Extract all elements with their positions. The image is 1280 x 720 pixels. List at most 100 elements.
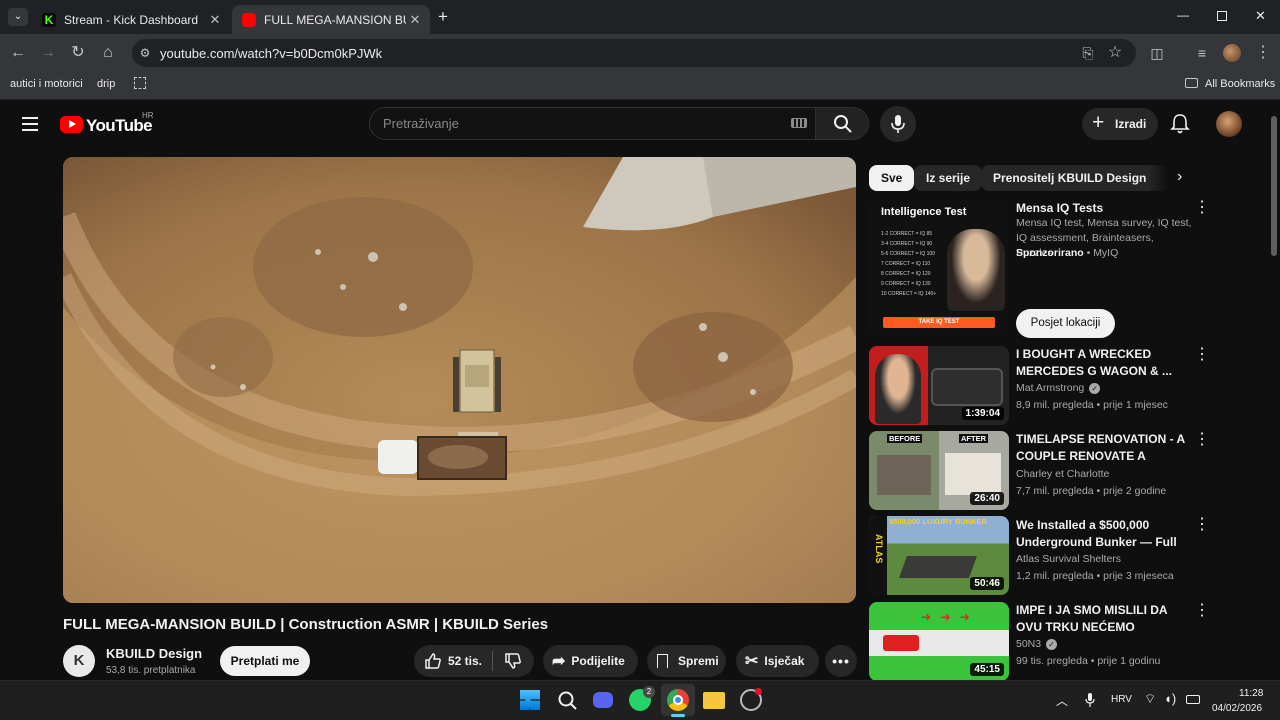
chip-from-uploader[interactable]: Prenositelj KBUILD Design — [981, 165, 1159, 191]
related-title[interactable]: IMPE I JA SMO MISLILI DA OVU TRKU NEĆEMO… — [1016, 602, 1186, 636]
chevron-right-icon: › — [1177, 168, 1183, 185]
reload-icon[interactable]: ↻ — [68, 43, 88, 63]
more-options-icon[interactable]: ⋮ — [1194, 432, 1210, 448]
subscribe-button[interactable]: Pretplati me — [220, 646, 310, 676]
tab-search-button[interactable]: ⌄ — [8, 8, 28, 26]
youtube-logo[interactable]: YouTube HR — [60, 111, 160, 137]
chrome-icon[interactable] — [667, 689, 689, 711]
wifi-icon[interactable]: ⌔ — [1144, 691, 1156, 707]
profile-avatar[interactable] — [1223, 44, 1241, 62]
app-notification-dot — [755, 688, 762, 695]
close-tab-icon[interactable]: ✕ — [206, 12, 224, 28]
save-button[interactable]: Spremi — [647, 645, 726, 677]
ad-more-icon[interactable]: ⋮ — [1194, 200, 1210, 216]
battery-icon[interactable] — [1186, 695, 1200, 704]
open-in-app-icon[interactable]: ⎘ — [1078, 43, 1098, 63]
notifications-bell-icon[interactable] — [1170, 113, 1190, 135]
thumb-arrows: ➜ ➜ ➜ — [921, 610, 973, 624]
related-stats: 7,7 mil. pregleda • prije 2 godine — [1016, 485, 1167, 497]
input-language[interactable]: HRV — [1111, 694, 1132, 705]
like-divider — [492, 651, 493, 671]
related-thumbnail[interactable]: ATLAS $500,000 LUXURY BUNKER 50:46 — [869, 516, 1009, 595]
active-app-indicator — [671, 714, 685, 717]
close-window-icon[interactable]: ✕ — [1255, 8, 1269, 23]
channel-name: 50N3 — [1016, 638, 1042, 650]
create-button[interactable]: + Izradi — [1082, 108, 1158, 140]
kick-icon: K — [42, 12, 56, 27]
upload-age: prije 2 godine — [1103, 485, 1167, 497]
thumbs-up-icon — [425, 653, 441, 669]
bookmark-drip[interactable]: drip — [97, 78, 115, 90]
visit-site-button[interactable]: Posjet lokaciji — [1016, 309, 1115, 338]
tab-kick-dashboard[interactable]: K Stream - Kick Dashboard ✕ — [32, 5, 230, 34]
more-horizontal-icon: ••• — [832, 653, 850, 669]
search-icon[interactable] — [556, 689, 578, 711]
volume-icon[interactable]: ◖) — [1164, 691, 1176, 706]
scrollbar-thumb[interactable] — [1271, 116, 1277, 256]
browser-menu-icon[interactable]: ⋮ — [1253, 43, 1273, 63]
related-title[interactable]: I BOUGHT A WRECKED MERCEDES G WAGON & ..… — [1016, 346, 1186, 380]
video-player[interactable] — [63, 157, 856, 603]
clock-date[interactable]: 04/02/2026 — [1212, 703, 1262, 714]
new-tab-button[interactable]: + — [434, 8, 452, 26]
dislike-button[interactable] — [494, 645, 534, 677]
more-actions-button[interactable]: ••• — [825, 645, 857, 677]
chip-from-series[interactable]: Iz serije — [914, 165, 983, 191]
home-icon[interactable]: ⌂ — [98, 43, 118, 63]
close-tab-icon[interactable]: ✕ — [406, 12, 424, 28]
microphone-icon[interactable] — [1084, 692, 1096, 708]
forward-icon[interactable]: → — [38, 43, 58, 63]
related-thumbnail[interactable]: ➜ ➜ ➜ 45:15 — [869, 602, 1009, 681]
related-title[interactable]: TIMELAPSE RENOVATION - A COUPLE RENOVATE… — [1016, 431, 1186, 465]
minimize-window-icon[interactable]: — — [1177, 8, 1191, 22]
more-options-icon[interactable]: ⋮ — [1194, 347, 1210, 363]
channel-avatar[interactable]: K — [63, 645, 95, 677]
more-options-icon[interactable]: ⋮ — [1194, 603, 1210, 619]
hamburger-menu-icon[interactable] — [22, 117, 38, 131]
ad-thumbnail[interactable]: Intelligence Test 1-2 CORRECT = IQ 85 3-… — [869, 199, 1009, 337]
clip-button[interactable]: ✂ Isječak — [736, 645, 819, 677]
chip-all[interactable]: Sve — [869, 165, 915, 191]
site-info-icon[interactable]: ⚙ — [135, 43, 155, 63]
like-button[interactable]: 52 tis. — [414, 645, 492, 677]
bookmark-autici[interactable]: autici i motorici — [10, 78, 83, 90]
clock-time[interactable]: 11:28 — [1239, 688, 1263, 699]
voice-search-button[interactable] — [880, 106, 916, 142]
related-channel[interactable]: Charley et Charlotte — [1016, 468, 1109, 480]
all-bookmarks[interactable]: All Bookmarks — [1205, 78, 1275, 90]
keyboard-icon[interactable] — [791, 118, 807, 128]
share-label: Podijelite — [571, 654, 625, 668]
share-button[interactable]: ➦ Podijelite — [543, 645, 638, 677]
save-label: Spremi — [678, 654, 719, 668]
verified-icon: ✓ — [1089, 383, 1101, 394]
more-options-icon[interactable]: ⋮ — [1194, 517, 1210, 533]
chips-next-button[interactable]: › — [1168, 164, 1198, 192]
related-thumbnail[interactable]: 1:39:04 — [869, 346, 1009, 425]
ad-thumb-portrait — [947, 229, 1005, 311]
video-duration: 50:46 — [970, 577, 1004, 590]
show-hidden-icons-icon[interactable]: ︿ — [1056, 692, 1068, 709]
related-thumbnail[interactable]: BEFORE AFTER 26:40 — [869, 431, 1009, 510]
maximize-window-icon[interactable] — [1217, 11, 1227, 21]
extensions-icon[interactable]: ◫ — [1147, 43, 1167, 63]
related-channel[interactable]: Mat Armstrong ✓ — [1016, 382, 1101, 394]
folder-icon — [1185, 78, 1198, 88]
related-channel[interactable]: Atlas Survival Shelters — [1016, 553, 1121, 565]
related-stats: 99 tis. pregleda • prije 1 godinu — [1016, 655, 1161, 667]
after-label: AFTER — [959, 434, 988, 443]
apps-grid-icon[interactable] — [134, 77, 146, 89]
related-channel[interactable]: 50N3 ✓ — [1016, 638, 1058, 650]
file-explorer-icon[interactable] — [703, 692, 725, 709]
url-text[interactable]: youtube.com/watch?v=b0Dcm0kPJWk — [160, 46, 382, 61]
discord-icon[interactable] — [593, 692, 613, 708]
search-button[interactable] — [815, 107, 869, 140]
tab-youtube-video[interactable]: FULL MEGA-MANSION BUILD | ✕ — [232, 5, 430, 34]
account-avatar[interactable] — [1216, 111, 1242, 137]
ad-title[interactable]: Mensa IQ Tests — [1016, 200, 1186, 217]
back-icon[interactable]: ← — [8, 43, 28, 63]
related-stats: 8,9 mil. pregleda • prije 1 mjesec — [1016, 399, 1168, 411]
channel-name[interactable]: KBUILD Design — [106, 646, 202, 661]
bookmark-star-icon[interactable]: ☆ — [1105, 43, 1125, 63]
related-title[interactable]: We Installed a $500,000 Underground Bunk… — [1016, 517, 1186, 551]
media-controls-icon[interactable]: ≡ — [1192, 43, 1212, 63]
